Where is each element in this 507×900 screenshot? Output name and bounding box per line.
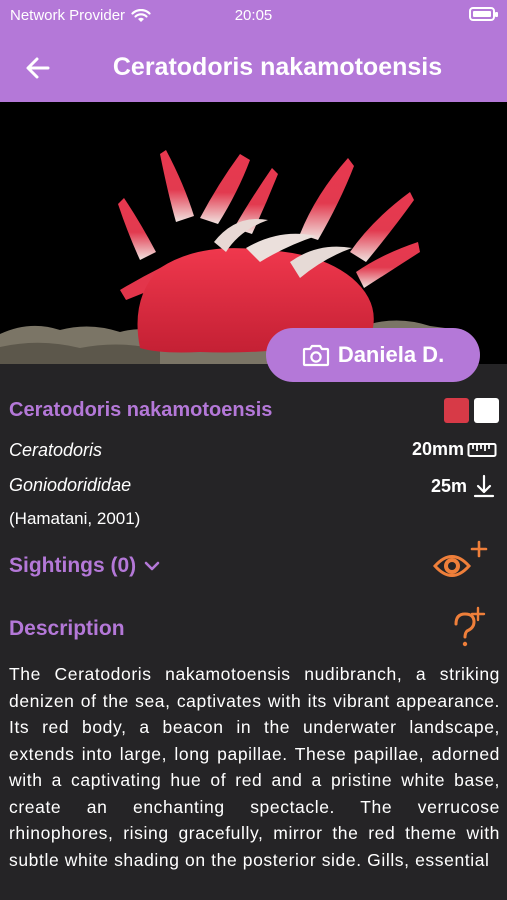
size-info: 20mm [412, 439, 497, 460]
battery-icon [469, 7, 498, 21]
color-swatch-white [474, 398, 499, 423]
sightings-label: Sightings (0) [9, 554, 137, 577]
eye-plus-icon [432, 540, 488, 577]
depth-value: 25m [430, 475, 467, 496]
species-genus: Ceratodoris [9, 440, 103, 460]
species-authority: (Hamatani, 2001) [9, 509, 141, 528]
species-name: Ceratodoris nakamotoensis [9, 399, 273, 421]
depth-arrow-icon [473, 474, 495, 498]
species-family: Goniodorididae [9, 475, 132, 495]
description-heading: Description [9, 617, 125, 640]
depth-info: 25m [431, 474, 495, 498]
species-photo [0, 102, 507, 364]
color-swatch-red [444, 398, 469, 423]
add-description-button[interactable] [448, 606, 488, 650]
ruler-icon [467, 442, 497, 457]
question-plus-icon [454, 606, 486, 647]
camera-icon [302, 344, 329, 367]
photographer-chip[interactable]: Daniela D. [266, 328, 480, 382]
sightings-toggle[interactable]: Sightings (0) [9, 554, 160, 578]
app-bar: Ceratodoris nakamotoensis [0, 32, 507, 102]
status-bar: Network Provider 20:05 [0, 0, 507, 32]
size-value: 20mm [411, 439, 464, 459]
description-text: The Ceratodoris nakamotoensis nudibranch… [9, 664, 500, 870]
back-button[interactable] [22, 52, 54, 84]
page-title: Ceratodoris nakamotoensis [112, 52, 443, 81]
chevron-down-icon [144, 561, 160, 571]
arrow-left-icon [26, 57, 50, 79]
status-time: 20:05 [234, 7, 273, 24]
photographer-name: Daniela D. [337, 342, 445, 367]
add-sighting-button[interactable] [432, 539, 492, 587]
